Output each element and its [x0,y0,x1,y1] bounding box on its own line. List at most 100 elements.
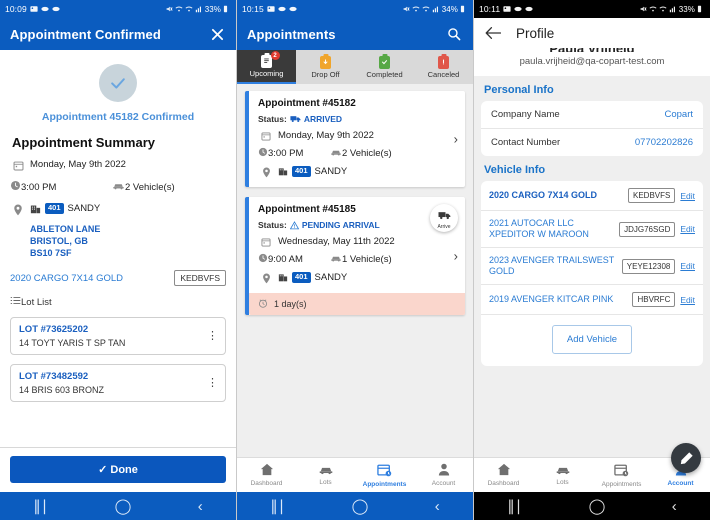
vehicle-name: 2019 AVENGER KITCAR PINK [489,294,614,304]
table-row[interactable]: 2019 AVENGER KITCAR PINK HBVRFC Edit [481,285,703,315]
clock-icon [258,253,268,266]
nav-appointments[interactable]: Appointments [355,458,414,492]
table-row[interactable]: 2023 AVENGER TRAILSWEST GOLD YEYE12308 E… [481,248,703,285]
vpn-icon [525,5,533,13]
edit-link[interactable]: Edit [680,295,695,305]
vehicle-name: 2020 CARGO 7X14 GOLD [489,190,598,200]
nav-label: Account [431,480,456,487]
status-bar: 10:11 33% [474,0,710,18]
tab-drop-off[interactable]: Drop Off [296,50,355,84]
wifi-icon [649,5,657,13]
calendar-icon [258,130,274,141]
row-value: Copart [664,109,693,120]
summary-time-vehicles-row: 3:00 PM 2 Vehicle(s) [10,180,226,194]
done-button[interactable]: ✓ Done [10,456,226,483]
list-item[interactable]: Appointment #45182 Status: ARRIVED Monda… [245,91,465,187]
recents-icon[interactable]: ∥∣ [270,499,285,514]
signal-icon [195,5,203,13]
chevron-right-icon[interactable]: › [454,132,458,147]
back-chevron-icon[interactable]: ‹ [435,499,440,514]
yard-name: SANDY [67,203,101,214]
status-value: PENDING ARRIVAL [301,220,380,230]
more-options-icon[interactable]: ⋮ [207,378,218,389]
vpn-icon [41,5,49,13]
battery-icon [460,5,468,13]
status-badge: Status: ARRIVED [258,114,456,124]
nav-lots[interactable]: Lots [533,458,592,492]
chevron-right-icon[interactable]: › [454,249,458,264]
panel1-scroll-area[interactable]: Appointment 45182 Confirmed Appointment … [0,50,236,443]
truck-icon [290,115,301,123]
lot-description: 14 TOYT YARIS T SP TAN [19,338,126,348]
car-icon [318,464,334,477]
add-vehicle-button[interactable]: Add Vehicle [551,325,633,354]
edit-link[interactable]: Edit [680,261,695,271]
back-chevron-icon[interactable]: ‹ [198,499,203,514]
back-arrow-icon[interactable] [484,24,502,42]
days-remaining-banner: 1 day(s) [249,293,465,315]
list-item[interactable]: Appointment #45185 Status: PENDING ARRIV… [245,197,465,315]
profile-header: Paula Vrijheid paula.vrijheid@qa-copart-… [474,48,710,76]
signal-icon [432,5,440,13]
recents-icon[interactable]: ∥∣ [33,499,48,514]
tab-completed[interactable]: Completed [355,50,414,84]
table-row[interactable]: 2021 AUTOCAR LLC XPEDITOR W MAROON JDJG7… [481,211,703,248]
nav-dashboard[interactable]: Dashboard [474,458,533,492]
lot-number: LOT #73482592 [19,371,89,382]
edit-pencil-icon[interactable] [671,443,701,473]
search-icon[interactable] [445,25,463,43]
status-time: 10:15 [242,4,264,14]
home-circle-icon[interactable]: ◯ [589,499,606,514]
nav-dashboard[interactable]: Dashboard [237,458,296,492]
image-icon [267,5,275,13]
list-item[interactable]: LOT #73482592 14 BRIS 603 BRONZ ⋮ [10,364,226,402]
status-time: 10:11 [479,4,501,14]
nav-account[interactable]: Account [414,458,473,492]
tab-label: Upcoming [249,68,284,78]
profile-scroll-area[interactable]: Paula Vrijheid paula.vrijheid@qa-copart-… [474,48,710,457]
nav-appointments[interactable]: Appointments [592,458,651,492]
appointment-title: Appointment #45182 [258,98,356,109]
vehicle-row[interactable]: 2020 CARGO 7X14 GOLD KEDBVFS [10,270,226,286]
table-row[interactable]: Contact Number 07702202826 [481,129,703,156]
check-circle-icon [99,64,137,102]
appointment-time: 3:00 PM [268,148,304,159]
back-chevron-icon[interactable]: ‹ [672,499,677,514]
tab-label: Completed [366,69,403,79]
more-options-icon[interactable]: ⋮ [207,331,218,342]
list-item[interactable]: LOT #73625202 14 TOYT YARIS T SP TAN ⋮ [10,317,226,355]
cell-icon [185,5,193,13]
image-icon [30,5,38,13]
nav-lots[interactable]: Lots [296,458,355,492]
appointments-scroll-area[interactable]: Appointment #45182 Status: ARRIVED Monda… [237,84,473,457]
tab-canceled[interactable]: Canceled [414,50,473,84]
profile-name: Paula Vrijheid [484,48,700,52]
recents-icon[interactable]: ∥∣ [507,499,522,514]
edit-link[interactable]: Edit [680,224,695,234]
tab-upcoming[interactable]: 2 Upcoming [237,50,296,84]
profile-email: paula.vrijheid@qa-copart-test.com [519,56,665,67]
nav-label: Appointments [362,480,407,488]
vpn-icon [278,5,286,13]
warning-icon [289,220,299,230]
lot-list-label: Lot List [21,296,52,308]
status-bar: 10:15 34% [237,0,473,18]
vehicle-name: 2020 CARGO 7X14 GOLD [10,272,123,284]
status-bar: 10:09 33% [0,0,236,18]
home-circle-icon[interactable]: ◯ [115,499,132,514]
battery-icon [223,5,231,13]
mute-icon [165,5,173,13]
image-icon [503,5,511,13]
signal-icon [669,5,677,13]
home-circle-icon[interactable]: ◯ [352,499,369,514]
table-row[interactable]: 2020 CARGO 7X14 GOLD KEDBVFS Edit [481,181,703,211]
edit-link[interactable]: Edit [680,191,695,201]
table-row[interactable]: Company Name Copart [481,101,703,129]
footer-action-bar: ✓ Done [0,448,236,492]
close-icon[interactable] [208,25,226,43]
address-line-2: BRISTOL, GB [30,236,88,246]
vehicle-name: 2023 AVENGER TRAILSWEST GOLD [489,255,615,276]
mute-icon [639,5,647,13]
vehicle-info-heading: Vehicle Info [484,164,546,176]
arrive-button[interactable]: Arrive [430,204,458,232]
